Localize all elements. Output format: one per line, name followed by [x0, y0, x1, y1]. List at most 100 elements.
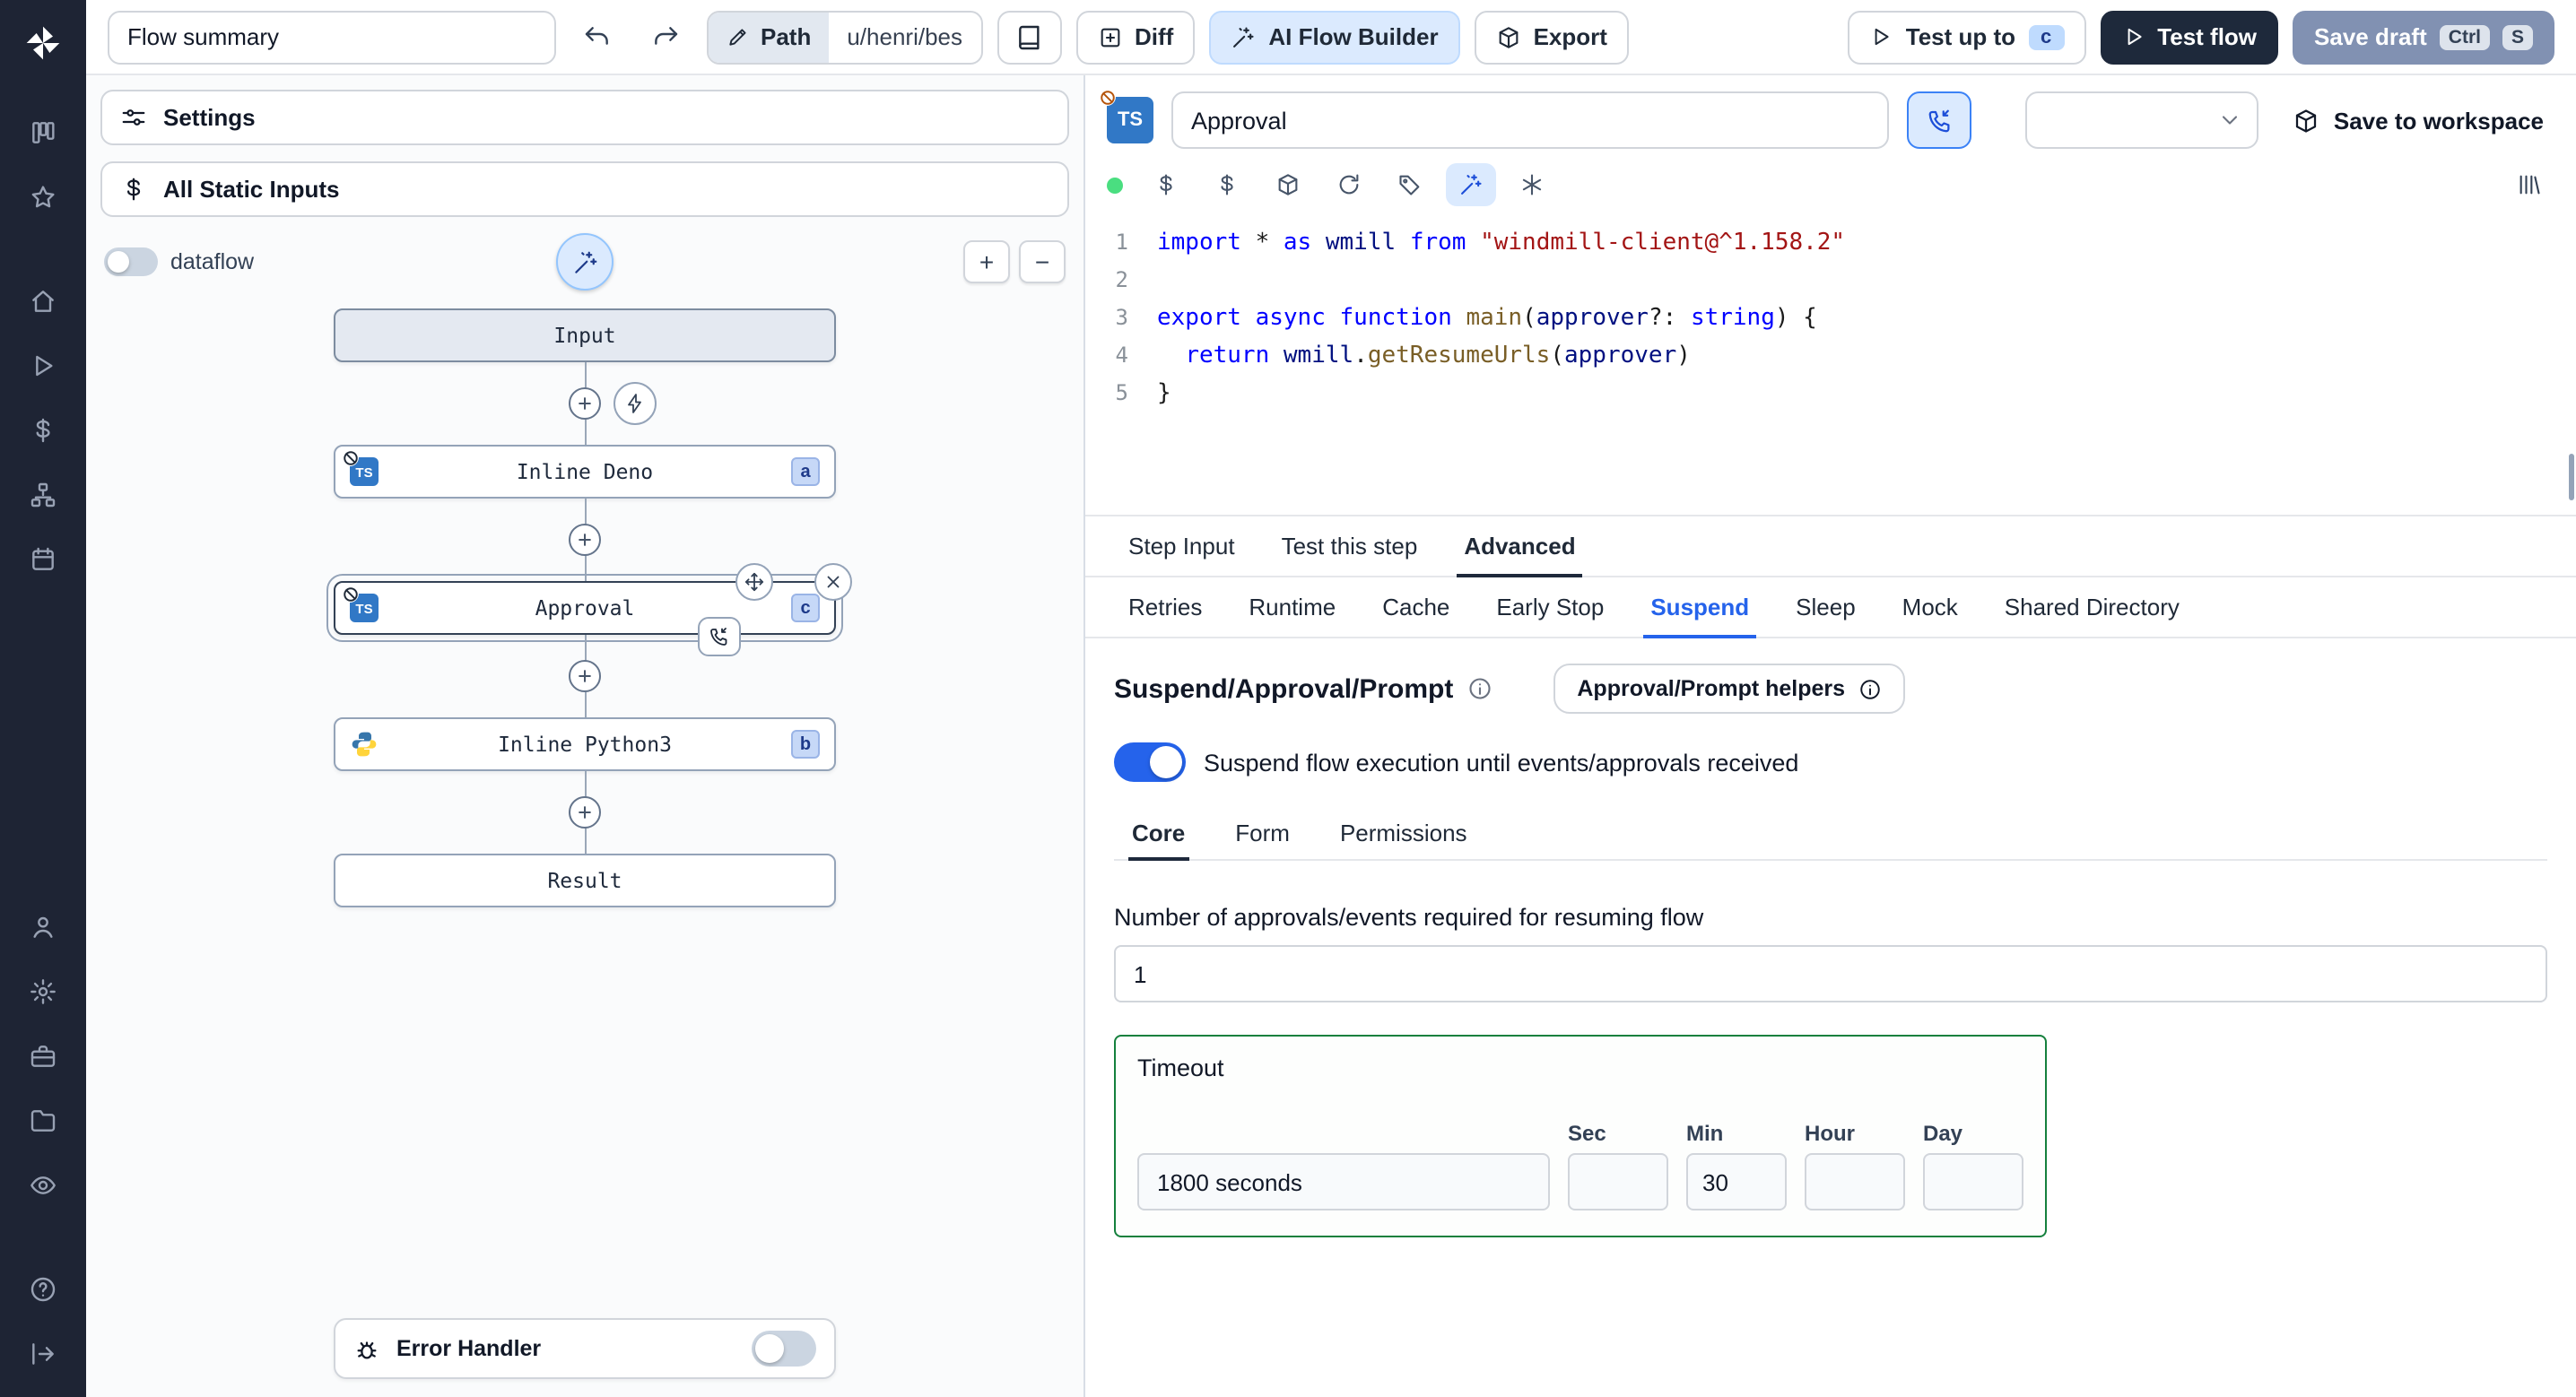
min-input[interactable] — [1686, 1153, 1787, 1210]
step-tag-select[interactable] — [2025, 91, 2258, 149]
tab-suspend[interactable]: Suspend — [1629, 577, 1771, 638]
approval-phone-button[interactable] — [1907, 91, 1971, 149]
variable-picker-icon[interactable] — [1141, 163, 1191, 206]
tab-permissions[interactable]: Permissions — [1322, 807, 1485, 859]
format-asterisk-icon[interactable] — [1507, 163, 1557, 206]
path-edit-segment[interactable]: Path — [709, 12, 830, 62]
tab-core[interactable]: Core — [1114, 807, 1203, 861]
tab-step-input[interactable]: Step Input — [1107, 516, 1257, 576]
dependencies-icon[interactable] — [1263, 163, 1313, 206]
flows-icon[interactable] — [14, 470, 72, 520]
sec-input[interactable] — [1568, 1153, 1668, 1210]
help-icon[interactable] — [14, 1264, 72, 1315]
error-handler-toggle[interactable] — [752, 1331, 816, 1367]
left-rail — [0, 0, 86, 1397]
info-icon[interactable] — [1467, 676, 1493, 701]
save-draft-button[interactable]: Save draft Ctrl S — [2293, 10, 2554, 64]
python-icon — [352, 732, 377, 757]
dataflow-switch[interactable] — [104, 247, 158, 276]
undo-button[interactable] — [570, 10, 624, 64]
home-icon[interactable] — [14, 276, 72, 326]
export-button[interactable]: Export — [1474, 10, 1629, 64]
suspend-toggle[interactable] — [1114, 742, 1186, 782]
ai-flow-builder-button[interactable]: AI Flow Builder — [1209, 10, 1460, 64]
settings-gear-icon[interactable] — [14, 967, 72, 1017]
step-badge: c — [791, 594, 820, 622]
resource-picker-icon[interactable] — [1202, 163, 1252, 206]
test-up-to-button[interactable]: Test up to c — [1848, 10, 2086, 64]
redo-button[interactable] — [639, 10, 692, 64]
docs-book-button[interactable] — [996, 10, 1061, 64]
zoom-in-button[interactable]: + — [963, 240, 1010, 283]
path-control[interactable]: Path u/henri/bes — [707, 10, 982, 64]
diff-button[interactable]: Diff — [1075, 10, 1196, 64]
zoom-controls: + − — [963, 240, 1066, 283]
save-to-workspace-label: Save to workspace — [2333, 107, 2544, 134]
delete-step-button[interactable] — [814, 563, 852, 601]
add-step-button[interactable] — [569, 796, 601, 829]
code-editor[interactable]: 1 import * as wmill from "windmill-client… — [1085, 213, 2576, 515]
tab-test-this-step[interactable]: Test this step — [1260, 516, 1440, 576]
move-step-button[interactable] — [735, 563, 773, 601]
error-handler[interactable]: Error Handler — [334, 1318, 836, 1379]
tab-advanced[interactable]: Advanced — [1442, 516, 1597, 577]
tab-early-stop[interactable]: Early Stop — [1475, 577, 1625, 637]
tab-shared-directory[interactable]: Shared Directory — [1983, 577, 2201, 637]
tab-runtime[interactable]: Runtime — [1227, 577, 1357, 637]
schedules-icon[interactable] — [14, 534, 72, 585]
add-step-button[interactable] — [569, 524, 601, 556]
lock-indicator-icon — [341, 448, 359, 466]
tab-retries[interactable]: Retries — [1107, 577, 1223, 637]
tab-sleep[interactable]: Sleep — [1774, 577, 1877, 637]
timeout-seconds-input[interactable] — [1137, 1153, 1550, 1210]
test-flow-button[interactable]: Test flow — [2100, 10, 2279, 64]
favorites-star-icon[interactable] — [14, 172, 72, 222]
dashboard-icon[interactable] — [14, 108, 72, 158]
approvals-count-input[interactable] — [1114, 945, 2547, 1002]
tab-cache[interactable]: Cache — [1361, 577, 1471, 637]
tab-mock[interactable]: Mock — [1881, 577, 1980, 637]
workers-icon[interactable] — [14, 1031, 72, 1081]
step-tabs: Step Input Test this step Advanced — [1085, 515, 2576, 577]
wand-icon — [1231, 24, 1256, 49]
flow-input-node[interactable]: Input — [334, 308, 836, 362]
audit-logs-icon[interactable] — [14, 1160, 72, 1210]
library-icon[interactable] — [2504, 163, 2554, 206]
dataflow-toggle[interactable]: dataflow — [104, 247, 254, 276]
expand-sidebar-icon[interactable] — [14, 1329, 72, 1379]
step-node-b[interactable]: Inline Python3 b — [334, 717, 836, 771]
add-step-button[interactable] — [569, 660, 601, 692]
input-node-label: Input — [553, 323, 616, 348]
folders-icon[interactable] — [14, 1096, 72, 1146]
info-icon — [1858, 677, 1881, 700]
save-to-workspace-button[interactable]: Save to workspace — [2282, 105, 2554, 135]
flow-result-node[interactable]: Result — [334, 854, 836, 907]
tag-icon[interactable] — [1385, 163, 1435, 206]
zoom-out-button[interactable]: − — [1019, 240, 1066, 283]
ai-assistant-wand-icon[interactable] — [1446, 163, 1496, 206]
step-node-a[interactable]: TS Inline Deno a — [334, 445, 836, 499]
users-icon[interactable] — [14, 902, 72, 952]
step-name-input[interactable] — [1171, 91, 1889, 149]
flow-settings-button[interactable]: Settings — [100, 90, 1069, 145]
timeout-label: Timeout — [1137, 1054, 1224, 1081]
tab-form[interactable]: Form — [1217, 807, 1308, 859]
approval-prompt-helpers-button[interactable]: Approval/Prompt helpers — [1553, 664, 1905, 714]
variables-icon[interactable] — [14, 405, 72, 456]
flow-summary-input[interactable] — [108, 10, 556, 64]
code-lines: 1 import * as wmill from "windmill-client… — [1085, 224, 2576, 412]
add-step-button[interactable] — [569, 387, 601, 420]
export-box-icon — [1496, 24, 1521, 49]
timeout-row: Sec Min Hour Day — [1137, 1121, 2023, 1210]
hour-input[interactable] — [1805, 1153, 1905, 1210]
reload-icon[interactable] — [1324, 163, 1374, 206]
ai-builder-graph-button[interactable] — [556, 233, 614, 291]
trigger-bolt-button[interactable] — [614, 382, 657, 425]
day-input[interactable] — [1923, 1153, 2023, 1210]
windmill-flow-editor: Path u/henri/bes Diff AI Flow Builder Ex… — [0, 0, 2576, 1397]
step-node-c-selected[interactable]: TS Approval c — [326, 563, 852, 656]
runs-icon[interactable] — [14, 341, 72, 391]
static-inputs-button[interactable]: All Static Inputs — [100, 161, 1069, 217]
editor-scrollbar[interactable] — [2569, 454, 2574, 500]
timeout-field-sec: Sec — [1568, 1121, 1668, 1210]
